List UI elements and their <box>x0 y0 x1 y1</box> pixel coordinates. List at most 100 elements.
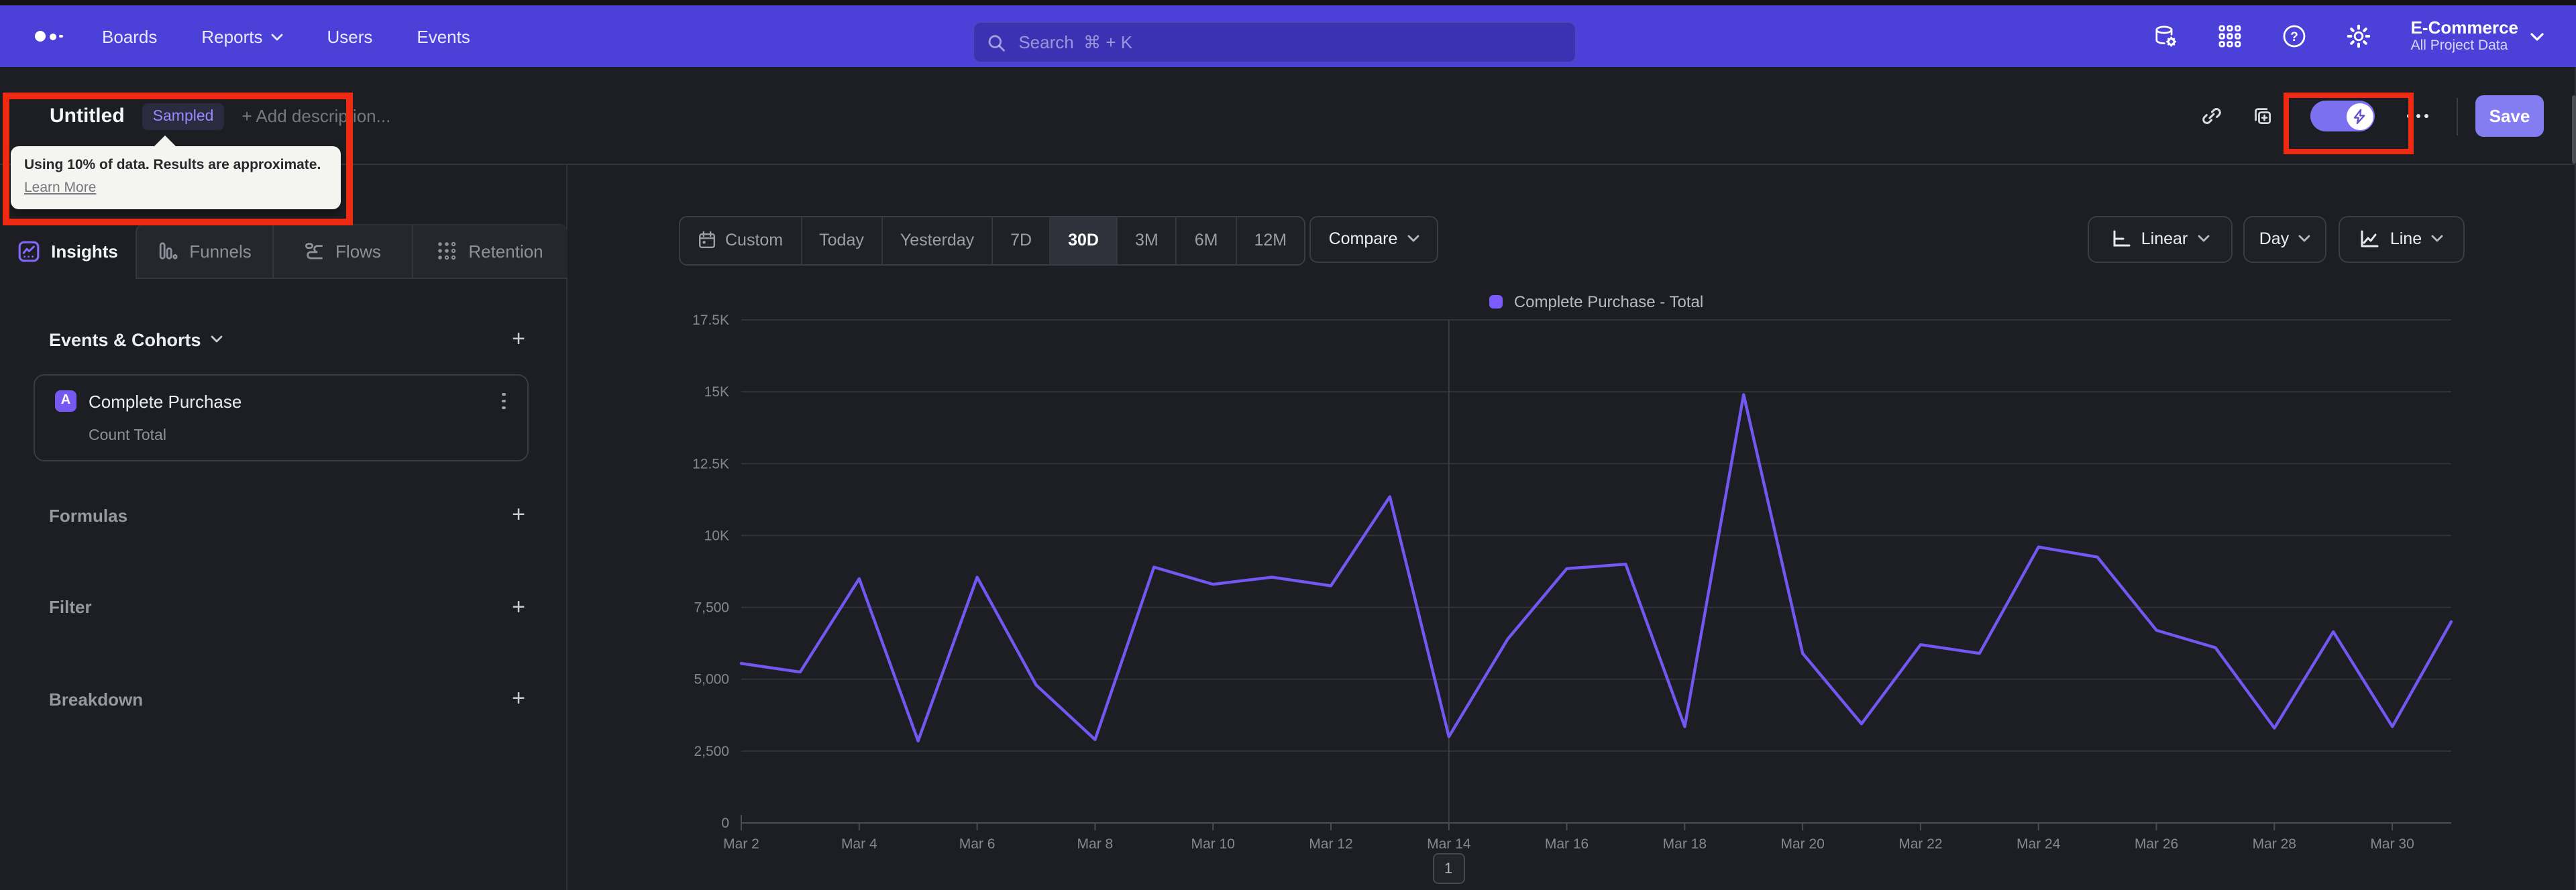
nav-item-users[interactable]: Users <box>327 26 372 46</box>
report-tabs: Insights Funnels Flows Retention <box>0 223 567 278</box>
top-navigation-bar: Boards Reports Users Events Search ⌘ + K… <box>0 5 2576 67</box>
section-breakdown: Breakdown + <box>49 683 525 715</box>
tooltip-learn-more-link[interactable]: Learn More <box>24 178 96 199</box>
events-cohorts-label[interactable]: Events & Cohorts <box>49 329 223 349</box>
apps-grid-icon[interactable] <box>2215 21 2245 51</box>
event-metric[interactable]: Count Total <box>89 427 166 443</box>
preset-label: 6M <box>1194 231 1218 250</box>
settings-gear-icon[interactable] <box>2344 21 2373 51</box>
preset-label: 7D <box>1010 231 1032 250</box>
date-preset-3m[interactable]: 3M <box>1118 217 1177 264</box>
chevron-down-icon <box>211 335 222 343</box>
x-axis-label: Mar 8 <box>1077 836 1114 852</box>
line-dropdown[interactable]: Line <box>2338 215 2465 263</box>
tab-label: Flows <box>335 241 381 261</box>
y-axis-label: 15K <box>704 384 729 400</box>
nav-item-boards[interactable]: Boards <box>102 26 157 46</box>
line-chart[interactable]: 0 2,500 5,000 7,500 10K 12.5K 15K 17.5K Mar 2 Mar… <box>590 288 2576 889</box>
preset-label: 3M <box>1135 231 1159 250</box>
section-formulas: Formulas + <box>49 499 525 531</box>
event-row-complete-purchase[interactable]: A Complete Purchase Count Total <box>34 374 529 461</box>
x-axis-label: Mar 24 <box>2017 836 2061 852</box>
copy-to-board-icon[interactable] <box>2249 103 2275 129</box>
date-preset-7d[interactable]: 7D <box>993 217 1051 264</box>
dropdown-label: Linear <box>2141 229 2188 249</box>
date-preset-6m[interactable]: 6M <box>1177 217 1237 264</box>
tab-label: Retention <box>468 241 543 261</box>
date-preset-today[interactable]: Today <box>802 217 883 264</box>
flows-icon <box>305 243 323 260</box>
preset-label: Today <box>819 231 864 250</box>
y-axis-label: 12.5K <box>692 456 729 471</box>
help-icon[interactable]: ? <box>2279 21 2309 51</box>
y-axis-label: 0 <box>721 816 729 831</box>
search-input[interactable] <box>1016 31 1562 54</box>
tooltip-arrow <box>153 135 177 148</box>
sampled-badge[interactable]: Sampled <box>142 103 225 129</box>
add-breakdown-button[interactable]: + <box>512 687 525 710</box>
sampling-toggle[interactable] <box>2310 101 2375 131</box>
add-filter-button[interactable]: + <box>512 595 525 618</box>
nav-menu: Boards Reports Users Events <box>102 5 470 67</box>
tab-flows[interactable]: Flows <box>272 223 411 278</box>
x-axis-label: Mar 12 <box>1309 836 1352 852</box>
linear-dropdown[interactable]: Linear <box>2088 215 2232 263</box>
x-axis-label: Mar 26 <box>2135 836 2178 852</box>
chevron-down-icon <box>2298 235 2310 242</box>
day-dropdown[interactable]: Day <box>2243 215 2326 263</box>
window-top-edge <box>0 0 2576 5</box>
query-builder-sidebar: Insights Funnels Flows Retention Events & C… <box>0 165 567 890</box>
compare-label: Compare <box>1328 229 1398 249</box>
x-axis-label: Mar 4 <box>841 836 877 852</box>
x-axis-label: Mar 6 <box>959 836 996 852</box>
date-preset-yesterday[interactable]: Yesterday <box>883 217 994 264</box>
nav-item-events[interactable]: Events <box>417 26 470 46</box>
compare-button[interactable]: Compare <box>1309 215 1438 263</box>
report-title[interactable]: Untitled <box>50 105 125 127</box>
y-axis-label: 5,000 <box>694 672 729 687</box>
page-1-button[interactable]: 1 <box>1432 853 1464 884</box>
project-switcher[interactable]: E-Commerce All Project Data <box>2411 17 2544 55</box>
nav-item-label: Users <box>327 26 373 46</box>
tab-label: Insights <box>51 241 118 261</box>
add-formulas-button[interactable]: + <box>512 503 525 526</box>
link-icon[interactable] <box>2198 103 2224 129</box>
svg-text:?: ? <box>2290 30 2298 44</box>
date-preset-12m[interactable]: 12M <box>1237 217 1305 264</box>
event-letter-badge: A <box>55 390 76 411</box>
dropdown-label: Day <box>2259 229 2290 249</box>
retention-icon <box>438 241 456 260</box>
tab-retention[interactable]: Retention <box>411 223 567 278</box>
y-axis-label: 17.5K <box>692 313 729 328</box>
nav-item-label: Reports <box>201 26 263 46</box>
section-label: Filter <box>49 597 92 617</box>
nav-item-reports[interactable]: Reports <box>201 26 282 46</box>
date-preset-custom[interactable]: Custom <box>680 217 802 264</box>
data-management-icon[interactable] <box>2151 21 2180 51</box>
mixpanel-logo-icon[interactable] <box>35 5 63 67</box>
project-scope: All Project Data <box>2410 38 2508 54</box>
save-button[interactable]: Save <box>2475 95 2544 137</box>
line-chart-icon <box>2361 231 2379 247</box>
chevron-down-icon <box>271 33 282 40</box>
linear-scale-icon <box>2113 231 2131 247</box>
search-icon <box>988 34 1005 51</box>
global-search[interactable] <box>973 21 1576 63</box>
event-name[interactable]: Complete Purchase <box>89 392 241 412</box>
funnels-icon <box>160 242 178 260</box>
scrollbar-thumb[interactable] <box>2571 95 2575 164</box>
date-preset-30d[interactable]: 30D <box>1051 217 1118 264</box>
preset-label: Custom <box>725 231 784 250</box>
tab-insights[interactable]: Insights <box>0 223 136 278</box>
more-ellipsis-icon[interactable] <box>2404 109 2431 123</box>
calendar-icon <box>698 231 715 249</box>
chevron-down-icon <box>1407 235 1419 242</box>
tab-funnels[interactable]: Funnels <box>136 223 272 278</box>
tooltip-text: Using 10% of data. Results are approxima… <box>24 157 321 173</box>
add-description-placeholder[interactable]: + Add description... <box>241 106 390 126</box>
event-options-kebab-icon[interactable] <box>500 390 508 412</box>
x-axis-label: Mar 10 <box>1191 836 1234 852</box>
add-event-button[interactable]: + <box>512 327 525 350</box>
series-line-complete-purchase-total[interactable] <box>739 393 2453 742</box>
sampling-tooltip: Using 10% of data. Results are approxima… <box>11 135 341 209</box>
